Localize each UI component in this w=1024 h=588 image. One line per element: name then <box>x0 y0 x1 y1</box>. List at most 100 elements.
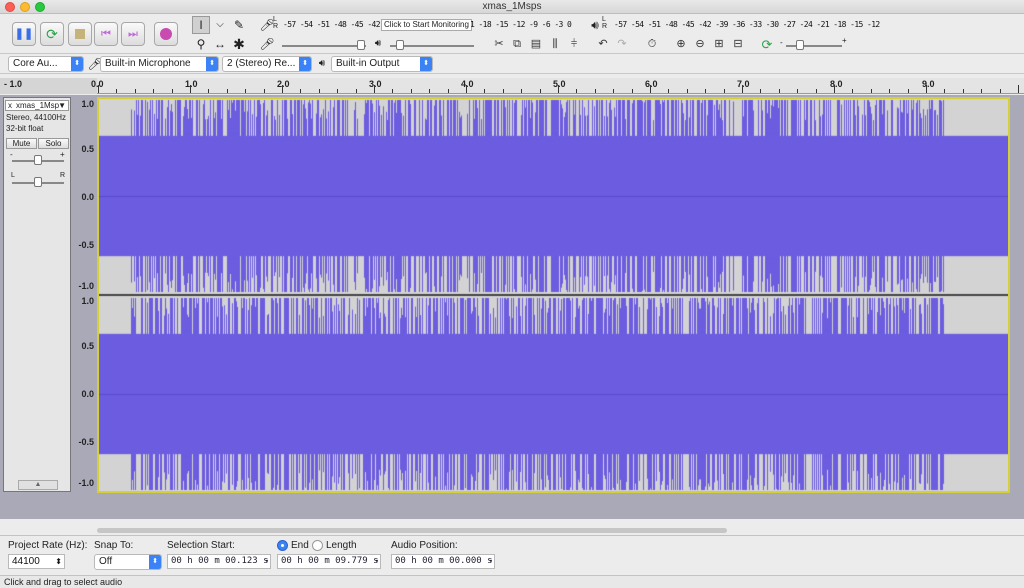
recording-channels-dropdown[interactable]: 2 (Stereo) Re... ⬍ <box>222 56 312 72</box>
skip-end-icon: ⏭ <box>128 27 138 40</box>
ruler-tick <box>521 89 522 93</box>
selection-tool[interactable]: I <box>192 16 210 34</box>
time-shift-tool[interactable]: ↔ <box>211 35 229 53</box>
ruler-tick <box>319 89 320 93</box>
ruler-tick <box>484 89 485 93</box>
draw-tool[interactable]: ✎ <box>230 16 248 34</box>
envelope-tool[interactable]: ⌵ <box>211 16 229 34</box>
ruler-tick <box>1018 85 1019 93</box>
ruler-label: 6.0 <box>645 79 658 89</box>
close-window-button[interactable] <box>5 2 15 12</box>
audio-host-dropdown[interactable]: Core Au... ⬍ <box>8 56 84 72</box>
play-button[interactable]: ⟳ <box>40 22 64 46</box>
track-control-panel[interactable]: x xmas_1Msp ▼ Stereo, 44100Hz 32-bit flo… <box>3 97 71 492</box>
waveform-canvas[interactable] <box>99 99 1008 491</box>
channel-right-label: R <box>602 23 608 30</box>
zoom-in-button[interactable]: ⊕ <box>672 35 690 53</box>
length-radio-label: Length <box>326 540 357 551</box>
collapse-track-button[interactable]: ▲ <box>18 480 58 490</box>
ruler-tick <box>705 89 706 93</box>
amplitude-label: 0.0 <box>81 389 94 399</box>
horizontal-scrollbar[interactable] <box>97 528 727 533</box>
track-name-menu[interactable]: x xmas_1Msp ▼ <box>5 100 69 111</box>
play-at-speed-button[interactable]: ⟳ <box>758 35 776 53</box>
ruler-tick <box>668 89 669 93</box>
amplitude-label: -0.5 <box>78 240 94 250</box>
recording-device-value: Built-in Microphone <box>105 58 191 69</box>
multi-tool[interactable]: ✱ <box>230 35 248 53</box>
speed-minus: - <box>780 38 783 47</box>
ruler-tick <box>687 89 688 93</box>
paste-button[interactable]: ▤ <box>527 35 545 53</box>
track-format-info: 32-bit float <box>6 124 44 133</box>
silence-button[interactable]: ⫩ <box>565 35 583 53</box>
undo-button[interactable]: ↶ <box>594 35 612 53</box>
pan-knob[interactable] <box>34 177 42 187</box>
waveform-display[interactable] <box>97 97 1010 493</box>
sync-lock-button[interactable]: ⏱ <box>643 35 661 53</box>
close-track-icon[interactable]: x <box>8 101 12 110</box>
ruler-tick <box>871 89 872 93</box>
ruler-tick <box>540 89 541 93</box>
snap-to-dropdown[interactable]: Off ⬍ <box>94 554 162 570</box>
skip-to-start-button[interactable]: ⏮ <box>94 22 118 46</box>
stop-icon <box>75 29 85 39</box>
end-radio[interactable] <box>277 540 288 551</box>
mute-button[interactable]: Mute <box>6 138 37 149</box>
fit-project-button[interactable]: ⊟ <box>729 35 747 53</box>
stop-button[interactable] <box>68 22 92 46</box>
gain-knob[interactable] <box>34 155 42 165</box>
fit-selection-button[interactable]: ⊞ <box>710 35 728 53</box>
record-icon <box>160 28 172 40</box>
selection-start-field[interactable]: 00 h 00 m 00.123 s ▾ <box>167 554 271 569</box>
chevron-updown-icon: ⬍ <box>71 57 83 71</box>
trim-button[interactable]: ⫼ <box>546 35 564 53</box>
playback-device-speaker-icon: 🔊︎ <box>313 55 331 73</box>
play-speed-knob[interactable] <box>796 40 804 50</box>
audio-position-label: Audio Position: <box>391 540 458 551</box>
pencil-icon: ✎ <box>233 18 245 32</box>
playback-volume-knob[interactable] <box>396 40 404 50</box>
skip-to-end-button[interactable]: ⏭ <box>121 22 145 46</box>
playback-device-dropdown[interactable]: Built-in Output ⬍ <box>331 56 433 72</box>
playback-device-value: Built-in Output <box>336 58 400 69</box>
click-to-start-monitoring[interactable]: Click to Start Monitoring <box>381 19 472 31</box>
zoom-window-button[interactable] <box>35 2 45 12</box>
audio-host-value: Core Au... <box>13 58 58 69</box>
minimize-window-button[interactable] <box>20 2 30 12</box>
cut-button[interactable]: ✂ <box>490 35 508 53</box>
project-rate-label: Project Rate (Hz): <box>8 540 88 551</box>
pause-button[interactable]: ❚❚ <box>12 22 36 46</box>
redo-button[interactable]: ↷ <box>613 35 631 53</box>
ruler-tick <box>834 85 835 93</box>
ruler-label: 8.0 <box>830 79 843 89</box>
title-bar: xmas_1Msps <box>0 0 1024 14</box>
recording-device-dropdown[interactable]: Built-in Microphone ⬍ <box>100 56 219 72</box>
ruler-tick <box>503 89 504 93</box>
timeline-ruler[interactable]: - 1.0 0.0 1.0 2.0 3.0 4.0 5.0 6.0 7.0 8.… <box>0 78 1024 94</box>
silence-icon: ⫩ <box>570 37 578 50</box>
gain-minus-label: - <box>10 150 13 159</box>
zoom-out-button[interactable]: ⊖ <box>691 35 709 53</box>
zoom-tool[interactable]: ⚲ <box>192 35 210 53</box>
length-radio[interactable] <box>312 540 323 551</box>
record-volume-slider[interactable] <box>282 45 366 47</box>
record-volume-knob[interactable] <box>357 40 365 50</box>
audio-position-field[interactable]: 00 h 00 m 00.000 s ▾ <box>391 554 495 569</box>
play-speed-slider[interactable] <box>786 45 842 47</box>
amplitude-label: 1.0 <box>81 99 94 109</box>
project-rate-combo[interactable]: 44100 ⬍ <box>8 554 65 569</box>
ruler-tick <box>650 85 651 93</box>
speaker-icon: 🔊︎ <box>591 18 599 32</box>
solo-button[interactable]: Solo <box>38 138 69 149</box>
selection-end-field[interactable]: 00 h 00 m 09.779 s ▾ <box>277 554 381 569</box>
ruler-tick <box>116 89 117 93</box>
ruler-tick <box>632 89 633 93</box>
amplitude-label: -1.0 <box>78 478 94 488</box>
record-meter-scale-tail: 1 -18 -15 -12 -9 -6 -3 0 <box>470 20 572 29</box>
amplitude-label: 1.0 <box>81 296 94 306</box>
record-button[interactable] <box>154 22 178 46</box>
fit-selection-icon: ⊞ <box>714 37 724 50</box>
copy-button[interactable]: ⧉ <box>508 35 526 53</box>
window-title: xmas_1Msps <box>482 1 542 12</box>
